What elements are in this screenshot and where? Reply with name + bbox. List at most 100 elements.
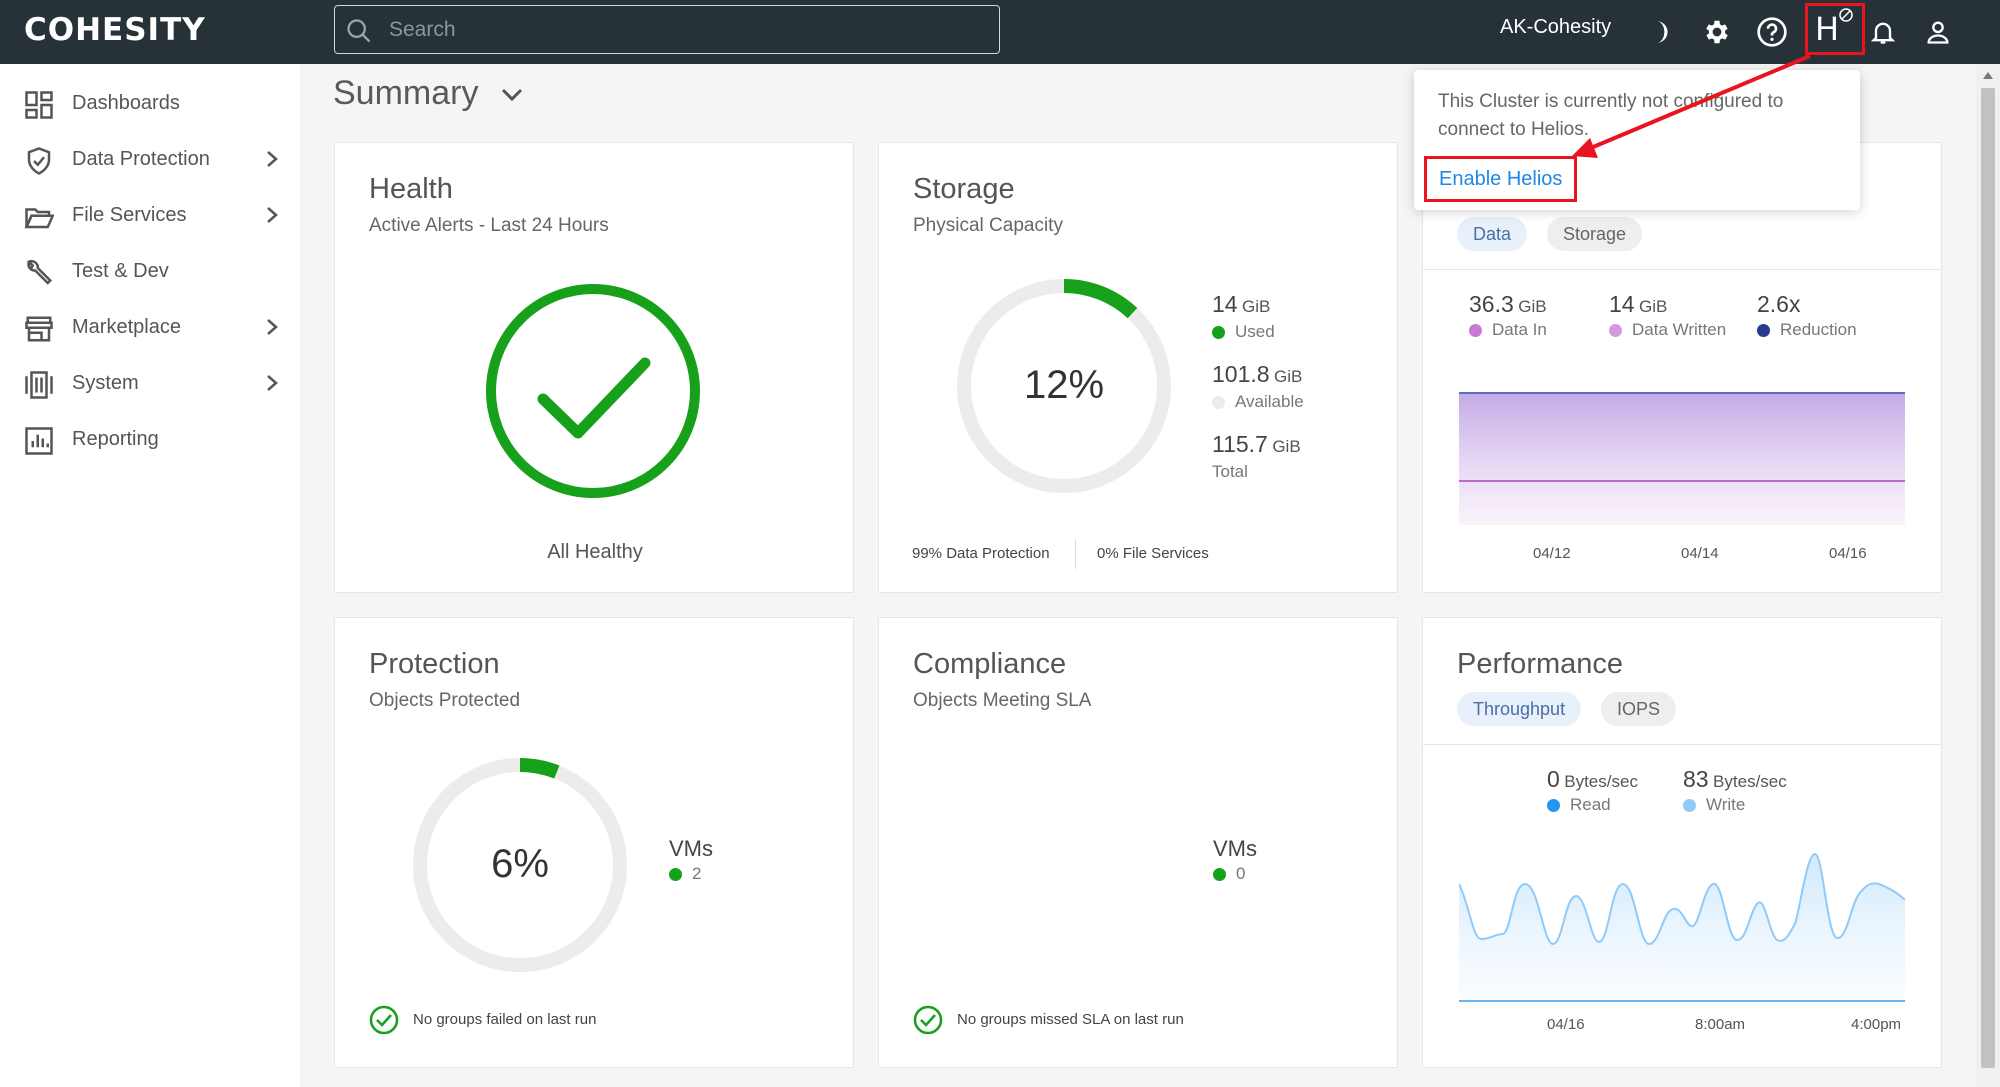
tab-data[interactable]: Data [1457, 217, 1528, 251]
sidebar-item-label: System [72, 372, 139, 394]
annotation-arrow [1572, 54, 1811, 158]
x-tick-label: 04/16 [1547, 1016, 1585, 1033]
reduction-value: 2.6x [1757, 291, 1801, 317]
total-label: Total [1212, 462, 1248, 481]
data-written-stat: 14 GiB Data Written [1609, 291, 1726, 340]
total-value: 115.7 [1212, 431, 1268, 457]
x-tick-label: 04/16 [1829, 545, 1867, 562]
helios-icon[interactable]: H [1815, 10, 1839, 48]
card-title: Health [369, 173, 453, 205]
chevron-right-icon [267, 207, 278, 223]
data-in-stat: 36.3 GiB Data In [1469, 291, 1547, 340]
data-in-unit: GiB [1518, 297, 1547, 316]
divider [1075, 539, 1076, 569]
sidebar-item-label: Dashboards [72, 92, 180, 114]
data-written-value: 14 [1609, 291, 1635, 317]
read-unit: Bytes/sec [1564, 772, 1638, 791]
storage-percent: 12% [1023, 363, 1105, 407]
protection-card[interactable]: Protection Objects Protected 6% VMs 2 No… [334, 617, 854, 1068]
protection-percent: 6% [491, 842, 549, 886]
compliance-vms-stat: VMs 0 [1213, 836, 1257, 884]
moon-icon[interactable] [1640, 12, 1680, 52]
search-input[interactable] [389, 14, 969, 46]
data-in-dot [1469, 323, 1482, 337]
user-icon[interactable] [1918, 12, 1958, 52]
vms-count: 2 [692, 864, 702, 883]
read-label: Read [1570, 795, 1611, 814]
shield-icon [27, 147, 51, 175]
data-reduction-chart [1459, 392, 1905, 525]
reduction-stat: 2.6x Reduction [1757, 291, 1857, 340]
health-card[interactable]: Health Active Alerts - Last 24 Hours All… [334, 142, 854, 593]
sidebar-item-dashboards[interactable]: Dashboards [0, 78, 300, 128]
sidebar-item-label: Data Protection [72, 148, 210, 170]
compliance-footer: No groups missed SLA on last run [957, 1011, 1184, 1028]
protection-footer: No groups failed on last run [413, 1011, 597, 1028]
store-icon [25, 316, 53, 342]
sidebar-item-file-services[interactable]: File Services [0, 190, 300, 240]
vms-dot [1213, 867, 1226, 881]
healthy-check-icon [486, 284, 700, 498]
health-status: All Healthy [547, 541, 643, 563]
wrench-icon [26, 260, 53, 285]
write-label: Write [1706, 795, 1746, 814]
chevron-right-icon [267, 151, 278, 167]
card-title: Compliance [913, 648, 1067, 680]
data-in-area [1459, 393, 1905, 525]
disconnected-icon [1839, 8, 1853, 22]
scrollbar-thumb[interactable] [1981, 88, 1995, 1068]
storage-available-stat: 101.8 GiB Available [1212, 361, 1304, 412]
search-icon [347, 19, 371, 43]
data-written-dot [1609, 323, 1622, 337]
tab-storage[interactable]: Storage [1547, 217, 1643, 251]
cluster-name[interactable]: AK-Cohesity [1500, 16, 1611, 39]
used-value: 14 [1212, 291, 1238, 317]
write-value: 83 [1683, 766, 1709, 792]
sidebar-item-system[interactable]: System [0, 358, 300, 408]
dashboard-icon [25, 91, 53, 119]
available-unit: GiB [1274, 367, 1303, 386]
compliance-card[interactable]: Compliance Objects Meeting SLA VMs 0 No … [878, 617, 1398, 1068]
card-subtitle: Physical Capacity [913, 215, 1063, 236]
read-value: 0 [1547, 766, 1560, 792]
storage-total-stat: 115.7 GiB Total [1212, 431, 1301, 482]
cohesity-logo[interactable]: COHESITY [24, 12, 206, 48]
sidebar-item-test-dev[interactable]: Test & Dev [0, 246, 300, 296]
performance-card[interactable]: Performance Throughput IOPS 0 Bytes/sec … [1422, 617, 1942, 1068]
sidebar-item-data-protection[interactable]: Data Protection [0, 134, 300, 184]
sidebar-item-label: Test & Dev [72, 260, 169, 282]
tab-throughput[interactable]: Throughput [1457, 692, 1582, 726]
total-unit: GiB [1272, 437, 1301, 456]
vms-count: 0 [1236, 864, 1246, 883]
help-icon[interactable] [1752, 12, 1792, 52]
page-title[interactable]: Summary [333, 74, 478, 113]
data-written-unit: GiB [1639, 297, 1668, 316]
tab-iops[interactable]: IOPS [1601, 692, 1677, 726]
sidebar-item-marketplace[interactable]: Marketplace [0, 302, 300, 352]
enable-helios-link[interactable]: Enable Helios [1424, 156, 1578, 202]
storage-footer-data-protection: 99% Data Protection [912, 545, 1050, 562]
divider [1423, 269, 1941, 270]
data-in-value: 36.3 [1469, 291, 1514, 317]
sidebar-item-label: File Services [72, 204, 187, 226]
available-value: 101.8 [1212, 361, 1270, 387]
vms-label: VMs [1213, 836, 1257, 861]
storage-card[interactable]: Storage Physical Capacity 12% 14 GiB Use… [878, 142, 1398, 593]
chevron-right-icon [267, 319, 278, 335]
gear-icon[interactable] [1697, 12, 1737, 52]
card-title: Storage [913, 173, 1015, 205]
used-unit: GiB [1242, 297, 1271, 316]
available-dot [1212, 395, 1225, 409]
sidebar-item-reporting[interactable]: Reporting [0, 414, 300, 464]
chevron-down-icon[interactable] [500, 87, 524, 103]
bell-icon[interactable] [1863, 12, 1903, 52]
vms-dot [669, 867, 682, 881]
check-circle-icon [913, 1005, 943, 1035]
page-scrollbar[interactable] [1976, 64, 2000, 1087]
search-box[interactable] [334, 5, 1000, 54]
storage-footer-file-services: 0% File Services [1097, 545, 1209, 562]
scroll-up-icon[interactable] [1982, 70, 1994, 80]
check-circle-icon [369, 1005, 399, 1035]
folder-icon [24, 208, 54, 229]
server-icon [25, 371, 53, 399]
